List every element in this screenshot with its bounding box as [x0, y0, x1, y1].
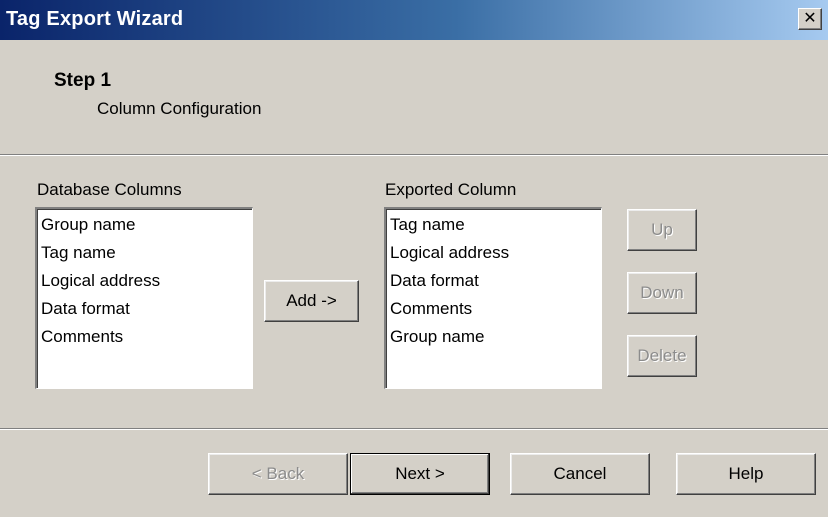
title-bar: Tag Export Wizard ✕ — [0, 0, 828, 40]
exported-column-list[interactable]: Tag name Logical address Data format Com… — [384, 207, 602, 389]
list-item[interactable]: Group name — [390, 323, 597, 351]
step-title: Step 1 — [54, 70, 112, 91]
help-button[interactable]: Help — [676, 453, 816, 495]
tag-export-wizard-window: Tag Export Wizard ✕ Step 1 Column Config… — [0, 0, 828, 517]
list-item[interactable]: Tag name — [41, 239, 248, 267]
list-item[interactable]: Tag name — [390, 211, 597, 239]
list-item[interactable]: Comments — [41, 323, 248, 351]
list-item[interactable]: Logical address — [390, 239, 597, 267]
up-button[interactable]: Up — [627, 209, 697, 251]
list-item[interactable]: Data format — [390, 267, 597, 295]
next-button[interactable]: Next > — [350, 453, 490, 495]
database-columns-label: Database Columns — [37, 180, 182, 199]
database-columns-list[interactable]: Group name Tag name Logical address Data… — [35, 207, 253, 389]
list-item[interactable]: Data format — [41, 295, 248, 323]
delete-button[interactable]: Delete — [627, 335, 697, 377]
add-button[interactable]: Add -> — [264, 280, 359, 322]
close-button[interactable]: ✕ — [798, 8, 822, 30]
list-item[interactable]: Group name — [41, 211, 248, 239]
back-button[interactable]: < Back — [208, 453, 348, 495]
header-divider — [0, 154, 828, 156]
close-icon: ✕ — [803, 10, 817, 27]
cancel-button[interactable]: Cancel — [510, 453, 650, 495]
window-title: Tag Export Wizard — [6, 8, 184, 30]
footer-divider — [0, 428, 828, 430]
exported-column-label: Exported Column — [385, 180, 517, 199]
list-item[interactable]: Logical address — [41, 267, 248, 295]
down-button[interactable]: Down — [627, 272, 697, 314]
step-subtitle: Column Configuration — [97, 99, 262, 118]
list-item[interactable]: Comments — [390, 295, 597, 323]
